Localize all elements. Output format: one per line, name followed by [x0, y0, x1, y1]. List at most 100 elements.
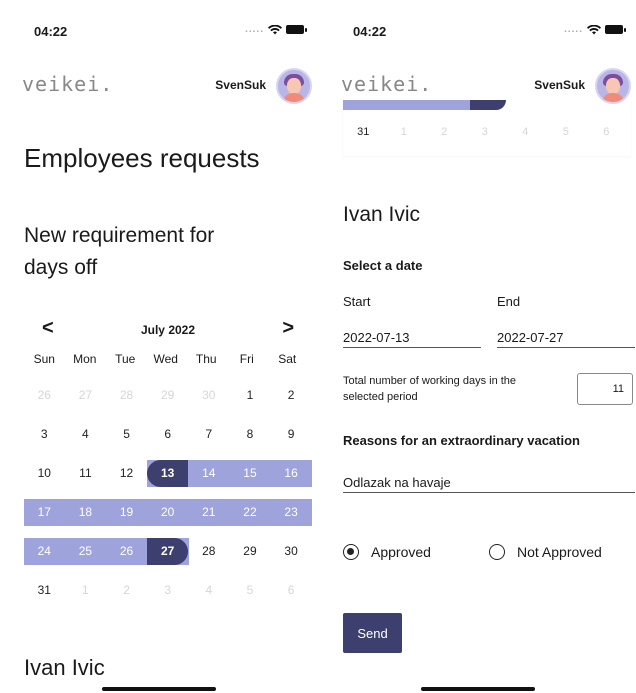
calendar-day[interactable]: 3 — [465, 126, 506, 138]
calendar-week: 31 1 2 3 4 5 6 — [24, 571, 312, 610]
calendar-day[interactable]: 3 — [147, 577, 188, 604]
calendar-day[interactable]: 2 — [106, 577, 147, 604]
calendar-day[interactable]: 25 — [65, 538, 106, 565]
reasons-label: Reasons for an extraordinary vacation — [343, 433, 580, 448]
calendar-day[interactable]: 4 — [189, 577, 230, 604]
calendar-week: 24 25 26 27 28 29 30 — [24, 532, 312, 571]
avatar[interactable] — [276, 68, 312, 104]
calendar-month: July 2022 — [140, 323, 196, 337]
weekday-label: Tue — [115, 352, 136, 366]
avatar-face — [287, 78, 301, 94]
logo[interactable]: veikei. — [341, 72, 432, 96]
weekday-label: Sat — [278, 352, 297, 366]
home-indicator — [102, 687, 216, 691]
calendar-day[interactable]: 5 — [106, 421, 147, 448]
battery-icon — [605, 25, 626, 34]
calendar-day[interactable]: 1 — [384, 126, 425, 138]
calendar-day[interactable]: 26 — [24, 382, 65, 409]
calendar: < July 2022 > Sun Mon Tue Wed Thu Fri Sat 26 27… — [24, 311, 312, 607]
calendar-day[interactable]: 16 — [271, 460, 312, 487]
not-approved-label: Not Approved — [517, 544, 602, 560]
status-time: 04:22 — [353, 24, 387, 39]
calendar-day[interactable]: 3 — [24, 421, 65, 448]
calendar-day[interactable]: 6 — [271, 577, 312, 604]
calendar-day[interactable]: 14 — [189, 460, 230, 487]
end-label: End — [497, 294, 521, 309]
calendar-day[interactable]: 30 — [189, 382, 230, 409]
calendar-day[interactable]: 2 — [271, 382, 312, 409]
page-title: Employees requests — [24, 143, 260, 173]
calendar-day[interactable]: 18 — [65, 499, 106, 526]
calendar-week: 3456789 — [24, 415, 312, 454]
avatar-face — [606, 78, 620, 94]
weekday-label: Thu — [195, 352, 217, 366]
calendar-day[interactable]: 28 — [106, 382, 147, 409]
select-date-label: Select a date — [343, 258, 423, 273]
wifi-icon — [587, 24, 601, 34]
calendar-week: 26 27 28 29 30 1 2 — [24, 376, 312, 415]
calendar-day[interactable]: 4 — [505, 126, 546, 138]
send-button[interactable]: Send — [343, 613, 402, 653]
calendar-day[interactable]: 22 — [230, 499, 271, 526]
calendar-day[interactable]: 5 — [546, 126, 587, 138]
home-indicator — [421, 687, 535, 691]
calendar-day[interactable]: 6 — [586, 126, 627, 138]
avatar[interactable] — [595, 68, 631, 104]
employee-name-partial: Ivan Ivic — [24, 655, 105, 680]
calendar-grid: 26 27 28 29 30 1 2 3 4 5 6 7 8 9 10 11 12 13 14 15 16 17 18 19 2… — [24, 376, 312, 610]
radio-unselected-icon — [489, 544, 505, 560]
calendar-day[interactable]: 6 — [147, 421, 188, 448]
calendar-day[interactable]: 2 — [424, 126, 465, 138]
section-subtitle: New requirement for days off — [24, 224, 215, 279]
calendar-day[interactable]: 27 — [65, 382, 106, 409]
calendar-day[interactable]: 31 — [343, 126, 384, 138]
battery-icon — [286, 25, 307, 34]
status-icons: ..... — [564, 24, 626, 35]
status-bar: 04:22 ..... — [22, 22, 307, 42]
weekday-label: Sun — [33, 352, 55, 366]
calendar-day[interactable]: 30 — [271, 538, 312, 565]
calendar-day[interactable]: 24 — [24, 538, 65, 565]
calendar-day[interactable]: 17 — [24, 499, 65, 526]
calendar-day[interactable]: 23 — [271, 499, 312, 526]
approved-radio[interactable]: Approved — [343, 544, 431, 560]
next-month-button[interactable]: > — [282, 317, 294, 340]
working-days-input[interactable]: 11 — [577, 373, 633, 405]
calendar-day[interactable]: 13 — [147, 460, 188, 487]
avatar-body — [283, 93, 305, 102]
working-days-label: Total number of working days in the sele… — [343, 375, 517, 403]
calendar-day[interactable]: 5 — [230, 577, 271, 604]
calendar-day[interactable]: 26 — [106, 538, 147, 565]
start-date-field[interactable]: 2022-07-13 — [343, 330, 481, 348]
calendar-week: 17 18 19 20 21 22 23 — [24, 493, 312, 532]
calendar-day[interactable]: 4 — [65, 421, 106, 448]
calendar-day[interactable]: 21 — [189, 499, 230, 526]
calendar-day[interactable]: 7 — [189, 421, 230, 448]
calendar-day[interactable]: 28 — [189, 538, 230, 565]
calendar-day[interactable]: 12 — [106, 460, 147, 487]
calendar-day[interactable]: 19 — [106, 499, 147, 526]
end-date-field[interactable]: 2022-07-27 — [497, 330, 635, 348]
calendar-header: < July 2022 > — [24, 311, 312, 347]
calendar-day[interactable]: 1 — [230, 382, 271, 409]
calendar-fragment: 31 1 2 3 4 5 6 — [343, 100, 631, 156]
reason-field[interactable]: Odlazak na havaje — [343, 475, 635, 493]
calendar-day[interactable]: 27 — [147, 538, 188, 565]
calendar-day[interactable]: 1 — [65, 577, 106, 604]
username: SvenSuk — [534, 78, 585, 92]
weekday-label: Mon — [73, 352, 97, 366]
calendar-day[interactable]: 29 — [230, 538, 271, 565]
calendar-day[interactable]: 29 — [147, 382, 188, 409]
logo[interactable]: veikei. — [22, 72, 113, 96]
weekday-label: Wed — [153, 352, 178, 366]
calendar-day[interactable]: 15 — [230, 460, 271, 487]
calendar-day[interactable]: 10 — [24, 460, 65, 487]
not-approved-radio[interactable]: Not Approved — [489, 544, 602, 560]
weekday-label: Fri — [239, 352, 254, 366]
calendar-day[interactable]: 20 — [147, 499, 188, 526]
calendar-day[interactable]: 31 — [24, 577, 65, 604]
calendar-day[interactable]: 8 — [230, 421, 271, 448]
calendar-day[interactable]: 9 — [271, 421, 312, 448]
calendar-day[interactable]: 11 — [65, 460, 106, 487]
calendar-week: 10 11 12 13 14 15 16 — [24, 454, 312, 493]
